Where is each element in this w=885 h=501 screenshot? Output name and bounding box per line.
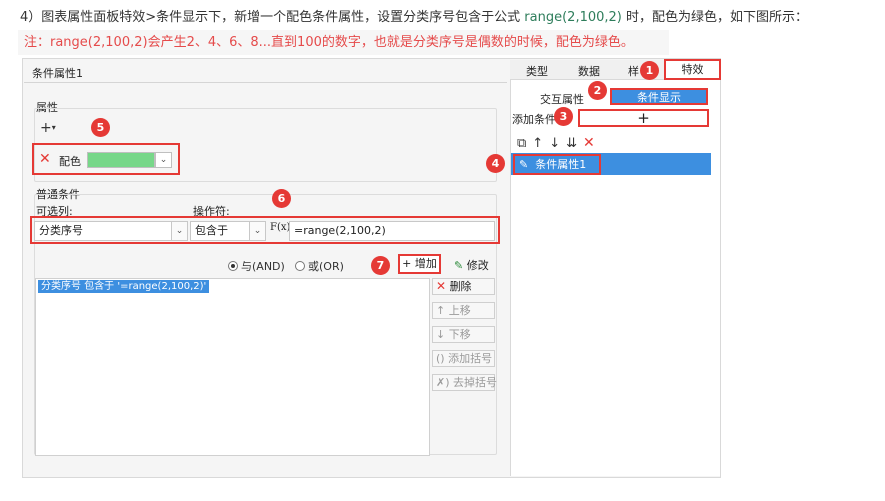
add-condition-label: 添加条件: [512, 113, 556, 126]
color-swatch[interactable]: [87, 152, 155, 168]
radio-and[interactable]: 与(AND): [228, 258, 285, 274]
color-label: 配色: [59, 155, 81, 168]
arrow-up-icon[interactable]: ↑: [532, 136, 549, 151]
badge-1: 1: [640, 61, 659, 80]
dialog-title: 条件属性1: [32, 67, 83, 80]
condition-list-item[interactable]: 分类序号 包含于 '=range(2,100,2)': [38, 280, 210, 293]
move-down-label: 下移: [448, 328, 471, 341]
arrow-up-icon: ↑: [436, 304, 446, 317]
chevron-down-icon: ⌄: [171, 222, 187, 240]
badge-2: 2: [588, 81, 607, 100]
subtab-interaction[interactable]: 交互属性: [540, 91, 584, 107]
delete-icon[interactable]: ✕: [583, 135, 601, 151]
radio-or[interactable]: 或(OR): [295, 258, 344, 274]
delete-icon: ✕: [436, 279, 447, 293]
column-select[interactable]: 分类序号 ⌄: [34, 221, 188, 241]
radio-dot-icon: [228, 261, 238, 271]
move-up-button[interactable]: ↑ 上移: [432, 302, 495, 319]
add-bracket-label: 添加括号: [448, 352, 493, 365]
delete-label: 删除: [449, 280, 472, 293]
formula-icon[interactable]: F(x): [270, 222, 290, 233]
radio-or-label: 或(OR): [308, 260, 344, 273]
move-bottom-icon[interactable]: ⇊: [566, 136, 583, 151]
delete-button[interactable]: ✕ 删除: [432, 278, 495, 295]
tab-effects[interactable]: 特效: [664, 59, 721, 80]
color-dropdown[interactable]: ⌄: [155, 152, 172, 168]
chevron-down-icon: ⌄: [249, 222, 265, 240]
remove-bracket-label: 去掉括号: [453, 376, 498, 389]
delete-color-icon[interactable]: ✕: [39, 151, 51, 167]
instruction-text: 4）图表属性面板特效>条件显示下，新增一个配色条件属性，设置分类序号包含于公式 …: [20, 6, 808, 25]
tab-style[interactable]: 样: [628, 63, 639, 79]
note-text: 注：range(2,100,2)会产生2、4、6、8...直到100的数字，也就…: [18, 30, 669, 55]
instruction-prefix: 4）图表属性面板特效>条件显示下，新增一个配色条件属性，设置分类序号包含于公式: [20, 10, 525, 25]
badge-6: 6: [272, 189, 291, 208]
chevron-down-icon: ⌄: [159, 155, 168, 165]
badge-5: 5: [91, 118, 110, 137]
arrow-down-icon[interactable]: ↓: [549, 136, 566, 151]
badge-4: 4: [486, 154, 505, 173]
instruction-suffix: 时，配色为绿色，如下图所示：: [621, 10, 809, 25]
tab-type[interactable]: 类型: [526, 63, 548, 79]
move-down-button[interactable]: ↓ 下移: [432, 326, 495, 343]
move-up-label: 上移: [448, 304, 471, 317]
tab-data[interactable]: 数据: [578, 63, 600, 79]
chevron-down-icon: ▾: [51, 123, 56, 132]
condition-list: [35, 278, 430, 456]
radio-dot-icon: [295, 261, 305, 271]
remove-bracket-button[interactable]: ✗) 去掉括号: [432, 374, 498, 391]
arrow-down-icon: ↓: [436, 328, 446, 341]
copy-icon[interactable]: ⧉: [517, 136, 532, 151]
column-select-value: 分类序号: [39, 224, 83, 237]
add-condition-button[interactable]: + 增加: [398, 254, 441, 274]
subtab-condition-display[interactable]: 条件显示: [610, 88, 708, 105]
edit-icon: ✎: [519, 158, 529, 171]
title-divider: [24, 82, 507, 83]
bracket-icon: (): [436, 352, 445, 365]
modify-label: 修改: [466, 259, 489, 272]
remove-bracket-icon: ✗): [436, 376, 450, 389]
add-bracket-button[interactable]: () 添加括号: [432, 350, 495, 367]
instruction-code: range(2,100,2): [524, 10, 622, 25]
condition-property-item[interactable]: ✎ 条件属性1: [513, 154, 601, 175]
add-condition-plus-button[interactable]: +: [578, 109, 709, 127]
list-toolbar: ⧉↑↓⇊✕: [517, 135, 601, 151]
plus-icon: +: [40, 120, 52, 136]
radio-and-label: 与(AND): [241, 260, 285, 273]
add-property-button[interactable]: +▾: [40, 120, 64, 136]
operator-select[interactable]: 包含于 ⌄: [190, 221, 266, 241]
operator-select-value: 包含于: [195, 224, 228, 237]
edit-icon: ✎: [454, 259, 464, 272]
condition-property-label: 条件属性1: [535, 158, 587, 171]
modify-button[interactable]: ✎ 修改: [454, 257, 489, 273]
badge-7: 7: [371, 256, 390, 275]
formula-input[interactable]: =range(2,100,2): [289, 221, 495, 241]
badge-3: 3: [554, 107, 573, 126]
